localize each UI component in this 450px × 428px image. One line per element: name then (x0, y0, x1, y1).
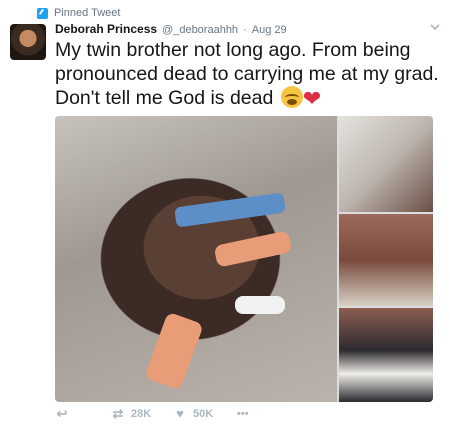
tweet-actions: ↩ ⇄ 28K ♥ 50K ••• (55, 404, 249, 424)
retweet-count: 28K (131, 408, 152, 420)
media-photo-2[interactable] (339, 116, 433, 212)
heart-icon: ♥ (176, 406, 184, 421)
media-photo-4[interactable] (339, 308, 433, 402)
user-handle[interactable]: @_deboraahhh (162, 24, 238, 36)
pinned-label: Pinned Tweet (54, 7, 121, 19)
red-heart-emoji: ❤ (302, 86, 322, 111)
media-photo-3[interactable] (339, 214, 433, 306)
tweet-text-content: My twin brother not long ago. From being… (55, 39, 439, 109)
media-photo-main[interactable] (55, 116, 337, 402)
like-button[interactable]: ♥ 50K (173, 407, 237, 421)
timestamp[interactable]: Aug 29 (252, 24, 287, 36)
pin-icon (37, 7, 48, 19)
display-name[interactable]: Deborah Princess (55, 22, 157, 36)
avatar[interactable] (10, 24, 46, 60)
retweet-button[interactable]: ⇄ 28K (111, 407, 173, 421)
photo-detail (235, 296, 285, 314)
retweet-icon: ⇄ (112, 406, 124, 421)
tweet-text: My twin brother not long ago. From being… (55, 38, 445, 111)
photo-detail (174, 192, 286, 228)
reply-button[interactable]: ↩ (55, 407, 111, 421)
like-count: 50K (193, 408, 214, 420)
separator-dot: · (243, 24, 247, 36)
more-button[interactable]: ••• (237, 408, 249, 420)
media-grid[interactable] (55, 116, 433, 402)
reply-icon: ↩ (56, 406, 68, 421)
photo-detail (144, 311, 204, 391)
pinned-tweet-indicator: Pinned Tweet (37, 6, 120, 20)
crying-face-emoji (280, 86, 303, 108)
tweet-header: Deborah Princess @_deboraahhh · Aug 29 (55, 22, 287, 36)
tweet[interactable]: Pinned Tweet Deborah Princess @_deboraah… (0, 0, 450, 428)
photo-detail (213, 230, 293, 268)
more-icon: ••• (237, 408, 249, 420)
chevron-down-icon[interactable] (430, 22, 440, 32)
